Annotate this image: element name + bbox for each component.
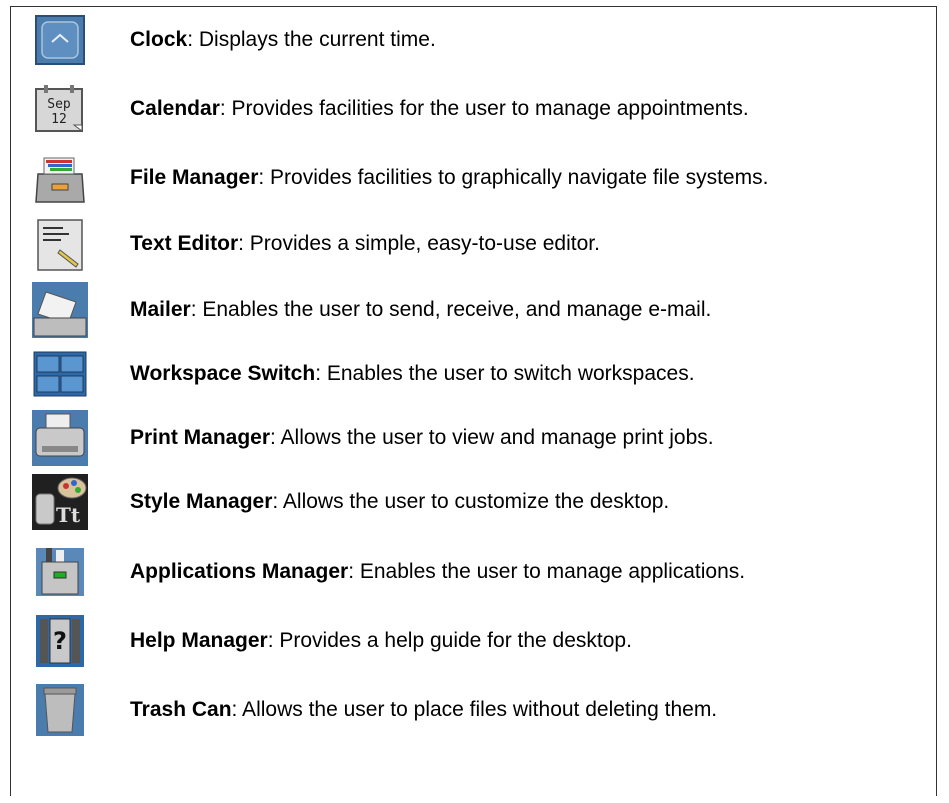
list-item-print-manager: Print Manager: Allows the user to view a… (32, 410, 714, 466)
item-name: Text Editor (130, 232, 239, 255)
calendar-month-label: Sep (47, 97, 71, 112)
mailer-icon (32, 282, 88, 338)
list-item-style-manager: Tt Style Manager: Allows the user to cus… (32, 474, 669, 530)
item-name: Workspace Switch (130, 362, 316, 385)
list-item-mailer: Mailer: Enables the user to send, receiv… (32, 282, 711, 338)
item-name: File Manager (130, 166, 259, 189)
item-description: : Enables the user to manage application… (348, 560, 746, 583)
list-item-file-manager: File Manager: Provides facilities to gra… (32, 150, 768, 206)
item-description: : Provides facilities for the user to ma… (219, 97, 749, 120)
item-name: Mailer (130, 298, 191, 321)
item-description: : Allows the user to place files without… (231, 698, 718, 721)
item-name: Clock (130, 28, 188, 51)
applications-manager-icon (32, 544, 88, 600)
calendar-day-label: 12 (51, 112, 67, 127)
list-item-clock: Clock: Displays the current time. (32, 12, 436, 68)
list-item-trash-can: Trash Can: Allows the user to place file… (32, 682, 717, 738)
list-item-help-manager: ? Help Manager: Provides a help guide fo… (32, 613, 632, 669)
item-description: : Provides facilities to graphically nav… (258, 166, 769, 189)
question-mark-label: ? (53, 627, 67, 655)
trash-can-icon (32, 682, 88, 738)
item-description: : Displays the current time. (187, 28, 436, 51)
item-description: : Allows the user to view and manage pri… (270, 426, 714, 449)
item-name: Applications Manager (130, 560, 349, 583)
item-name: Help Manager (130, 629, 268, 652)
calendar-icon: Sep 12 (32, 81, 88, 137)
item-description: : Enables the user to switch workspaces. (315, 362, 695, 385)
item-name: Print Manager (130, 426, 271, 449)
item-name: Trash Can (130, 698, 232, 721)
file-manager-icon (32, 150, 88, 206)
item-name: Style Manager (130, 490, 273, 513)
item-description: : Provides a help guide for the desktop. (267, 629, 632, 652)
help-manager-icon: ? (32, 613, 88, 669)
print-manager-icon (32, 410, 88, 466)
item-description: : Enables the user to send, receive, and… (190, 298, 712, 321)
list-item-workspace-switch: Workspace Switch: Enables the user to sw… (32, 346, 695, 402)
item-description: : Allows the user to customize the deskt… (272, 490, 670, 513)
style-manager-icon: Tt (32, 474, 88, 530)
list-item-text-editor: Text Editor: Provides a simple, easy-to-… (32, 216, 600, 272)
text-editor-icon (32, 216, 88, 272)
svg-text:Tt: Tt (56, 503, 81, 527)
item-name: Calendar (130, 97, 220, 120)
list-item-calendar: Sep 12 Calendar: Provides facilities for… (32, 81, 749, 137)
workspace-switch-icon (32, 346, 88, 402)
clock-icon (32, 12, 88, 68)
item-description: : Provides a simple, easy-to-use editor. (238, 232, 600, 255)
list-item-applications-manager: Applications Manager: Enables the user t… (32, 544, 745, 600)
